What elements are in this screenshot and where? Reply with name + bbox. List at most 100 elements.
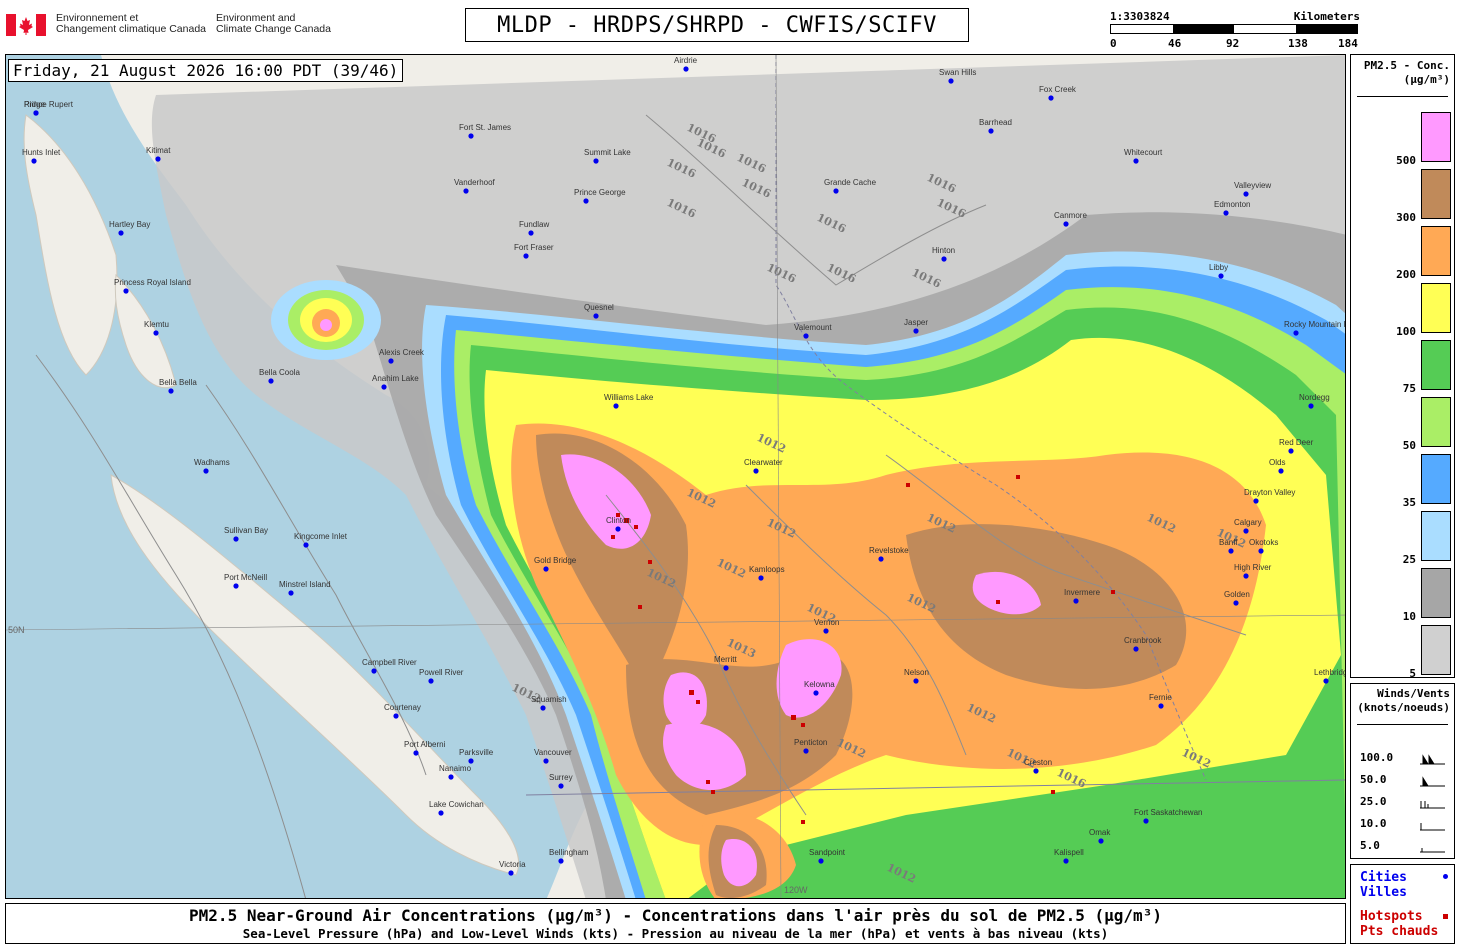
graticule-label: 120W bbox=[784, 885, 808, 895]
hotspot-marker bbox=[696, 700, 700, 704]
city-label: Powell River bbox=[419, 668, 464, 677]
scale-unit: Kilometers bbox=[1293, 10, 1360, 23]
city-label: Ridge bbox=[24, 100, 45, 109]
city-dot-icon bbox=[1293, 330, 1299, 336]
city-label: Squamish bbox=[531, 695, 567, 704]
city-label: Bellingham bbox=[549, 848, 589, 857]
city-dot-icon bbox=[583, 198, 589, 204]
legend-swatch bbox=[1421, 454, 1451, 504]
city-label: Vanderhoof bbox=[454, 178, 496, 187]
department-name-french: Environnement et Changement climatique C… bbox=[56, 13, 206, 35]
city-label: Valleyview bbox=[1234, 181, 1271, 190]
wind-speed-label: 5.0 bbox=[1360, 839, 1380, 852]
city-dot-icon bbox=[1228, 548, 1234, 554]
city-dot-icon bbox=[428, 678, 434, 684]
city-dot-icon bbox=[1308, 403, 1314, 409]
city-dot-icon bbox=[303, 542, 309, 548]
legend-swatch-label: 200 bbox=[1396, 268, 1416, 281]
legend-swatch bbox=[1421, 397, 1451, 447]
map-panel[interactable]: 1016 1016 1016 1016 1016 1016 1016 1016 1016 1016… bbox=[5, 54, 1346, 899]
city-label: Cranbrook bbox=[1124, 636, 1162, 645]
city-label: Clinton bbox=[606, 516, 631, 525]
city-label: Surrey bbox=[549, 773, 573, 782]
city-dot-icon bbox=[1443, 874, 1448, 879]
legend-swatch-label: 10 bbox=[1402, 610, 1416, 623]
city-dot-icon bbox=[1143, 818, 1149, 824]
city-dot-icon bbox=[803, 748, 809, 754]
points-legend: Cities Villes Hotspots Pts chauds bbox=[1350, 864, 1455, 944]
city-label: Bella Bella bbox=[159, 378, 197, 387]
wind-title-line-2: (knots/noeuds) bbox=[1357, 701, 1450, 714]
city-dot-icon bbox=[288, 590, 294, 596]
city-dot-icon bbox=[203, 468, 209, 474]
city-dot-icon bbox=[1243, 528, 1249, 534]
city-dot-icon bbox=[1073, 598, 1079, 604]
graticule-label: 50N bbox=[8, 625, 25, 635]
city-label: Sullivan Bay bbox=[224, 526, 268, 535]
city-dot-icon bbox=[758, 575, 764, 581]
cities-label-en: Cities bbox=[1360, 870, 1407, 885]
hotspot-marker bbox=[711, 790, 715, 794]
concentration-legend-title: PM2.5 - Conc. (µg/m³) bbox=[1351, 59, 1450, 87]
scale-tick: 184 bbox=[1338, 37, 1358, 50]
city-label: Fernie bbox=[1149, 693, 1172, 702]
city-label: Penticton bbox=[794, 738, 827, 747]
city-dot-icon bbox=[233, 536, 239, 542]
city-dot-icon bbox=[468, 133, 474, 139]
city-dot-icon bbox=[268, 378, 274, 384]
hotspot-marker bbox=[996, 600, 1000, 604]
city-label: Fundlaw bbox=[519, 220, 549, 229]
city-label: Nanaimo bbox=[439, 764, 472, 773]
scale-bar-graphic bbox=[1110, 24, 1358, 34]
city-dot-icon bbox=[1133, 646, 1139, 652]
city-dot-icon bbox=[540, 705, 546, 711]
city-label: Fort St. James bbox=[459, 123, 511, 132]
city-dot-icon bbox=[948, 78, 954, 84]
city-label: Williams Lake bbox=[604, 393, 654, 402]
city-label: Kelowna bbox=[804, 680, 835, 689]
city-label: Calgary bbox=[1234, 518, 1262, 527]
hotspot-marker bbox=[801, 820, 805, 824]
city-dot-icon bbox=[1253, 498, 1259, 504]
city-dot-icon bbox=[1133, 158, 1139, 164]
city-label: Revelstoke bbox=[869, 546, 909, 555]
hotspots-label-en: Hotspots bbox=[1360, 909, 1423, 924]
city-label: Jasper bbox=[904, 318, 928, 327]
wind-speed-label: 10.0 bbox=[1360, 817, 1387, 830]
legend-swatch-label: 5 bbox=[1409, 667, 1416, 680]
hotspot-marker bbox=[689, 690, 694, 695]
city-dot-icon bbox=[1258, 548, 1264, 554]
footer-caption: PM2.5 Near-Ground Air Concentrations (µg… bbox=[5, 903, 1346, 944]
city-label: Sandpoint bbox=[809, 848, 846, 857]
city-dot-icon bbox=[941, 256, 947, 262]
city-dot-icon bbox=[1063, 221, 1069, 227]
city-label: Creston bbox=[1024, 758, 1052, 767]
city-dot-icon bbox=[913, 328, 919, 334]
city-dot-icon bbox=[508, 870, 514, 876]
city-dot-icon bbox=[371, 668, 377, 674]
city-label: Barrhead bbox=[979, 118, 1012, 127]
city-dot-icon bbox=[1048, 95, 1054, 101]
city-dot-icon bbox=[155, 156, 161, 162]
legend-swatch bbox=[1421, 511, 1451, 561]
wind-speed-label: 100.0 bbox=[1360, 751, 1394, 764]
city-dot-icon bbox=[1288, 448, 1294, 454]
city-dot-icon bbox=[1063, 858, 1069, 864]
map-canvas[interactable]: 101610161016 101610161016 1016101610161016… bbox=[6, 55, 1346, 899]
city-dot-icon bbox=[438, 810, 444, 816]
city-dot-icon bbox=[118, 230, 124, 236]
city-dot-icon bbox=[388, 358, 394, 364]
city-dot-icon bbox=[31, 158, 37, 164]
city-dot-icon bbox=[593, 158, 599, 164]
city-label: Bella Coola bbox=[259, 368, 300, 377]
city-label: Whitecourt bbox=[1124, 148, 1163, 157]
city-label: Alexis Creek bbox=[379, 348, 425, 357]
city-dot-icon bbox=[123, 288, 129, 294]
scale-tick: 138 bbox=[1288, 37, 1308, 50]
legend-swatch-label: 35 bbox=[1402, 496, 1416, 509]
legend-swatch-label: 300 bbox=[1396, 211, 1416, 224]
city-dot-icon bbox=[393, 713, 399, 719]
city-dot-icon bbox=[1278, 468, 1284, 474]
city-label: Hinton bbox=[932, 246, 955, 255]
city-label: Hunts Inlet bbox=[22, 148, 61, 157]
